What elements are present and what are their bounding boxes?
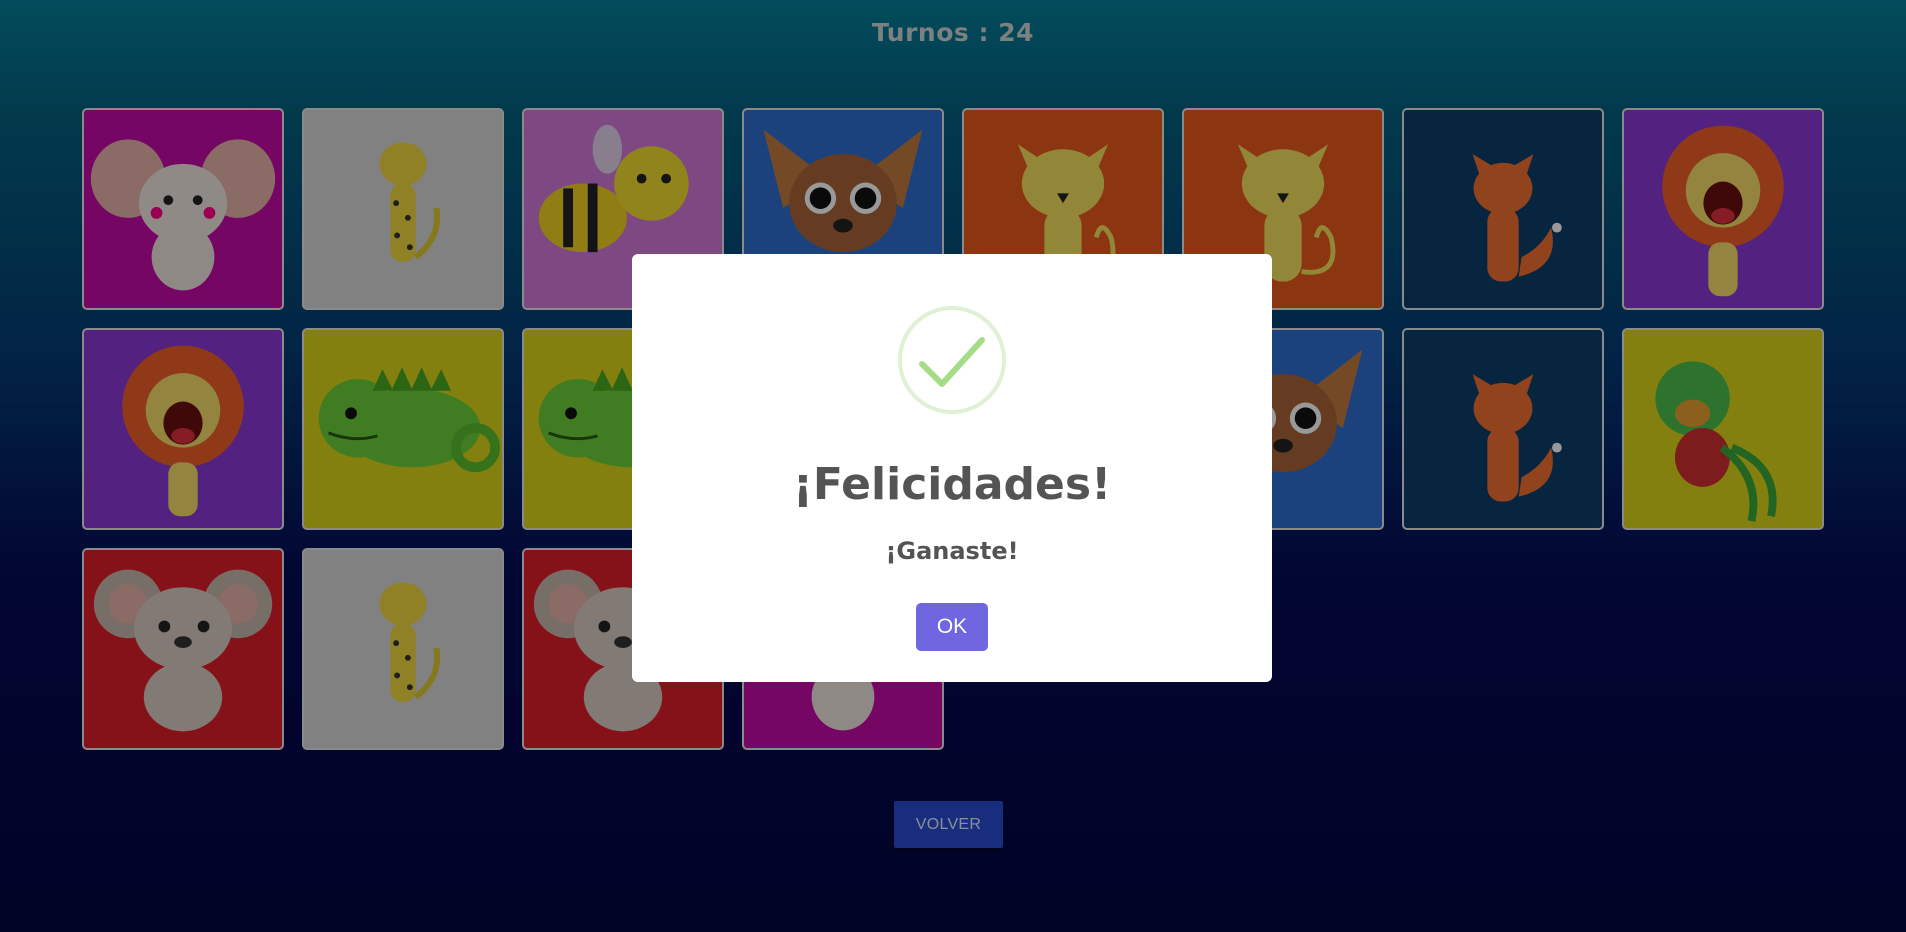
dialog-title: ¡Felicidades! [792,459,1112,510]
ok-button[interactable]: OK [916,603,988,651]
dialog-message: ¡Ganaste! [885,537,1019,565]
success-check-icon [898,306,1006,414]
success-dialog: ¡Felicidades! ¡Ganaste! OK [632,254,1272,682]
